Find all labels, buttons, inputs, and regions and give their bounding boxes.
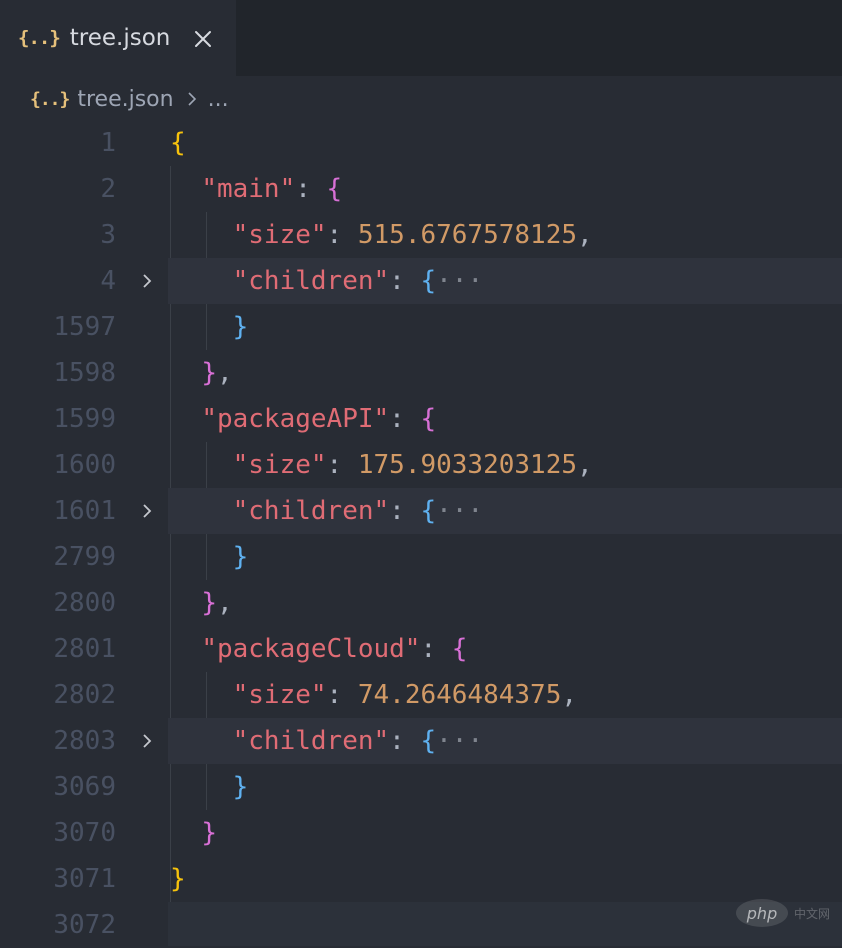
fold-chevron-icon[interactable]: [137, 271, 157, 291]
close-icon[interactable]: [192, 28, 214, 50]
line-number: 2799: [53, 542, 116, 572]
code-text: }: [232, 312, 249, 342]
code-text: "children": {···: [232, 496, 484, 526]
code-text: }: [232, 542, 249, 572]
code-text: },: [201, 358, 233, 388]
code-line[interactable]: 3072: [0, 902, 842, 948]
json-file-icon: {..}: [30, 88, 70, 110]
line-number: 3072: [53, 910, 116, 940]
code-text: }: [232, 772, 249, 802]
code-text: "size": 74.2646484375,: [232, 680, 578, 710]
code-line[interactable]: 1597 }: [0, 304, 842, 350]
fold-chevron-icon[interactable]: [137, 501, 157, 521]
line-number: 3: [100, 220, 116, 250]
code-text: "size": 515.6767578125,: [232, 220, 593, 250]
code-line[interactable]: 2801 "packageCloud": {: [0, 626, 842, 672]
watermark-text: 中文网: [794, 906, 831, 921]
watermark: php 中文网: [736, 898, 830, 928]
code-line[interactable]: 4 "children": {···: [0, 258, 842, 304]
code-text: "children": {···: [232, 266, 484, 296]
code-text: "packageAPI": {: [201, 404, 437, 434]
code-line[interactable]: 3 "size": 515.6767578125,: [0, 212, 842, 258]
code-line[interactable]: 2803 "children": {···: [0, 718, 842, 764]
code-text: }: [201, 818, 217, 848]
line-number: 2800: [53, 588, 116, 618]
code-line[interactable]: 1599 "packageAPI": {: [0, 396, 842, 442]
code-text: "size": 175.9033203125,: [232, 450, 593, 480]
line-number: 1601: [53, 496, 116, 526]
code-text: }: [170, 864, 186, 894]
code-line[interactable]: 1600 "size": 175.9033203125,: [0, 442, 842, 488]
line-number: 2802: [53, 680, 116, 710]
line-number: 2801: [53, 634, 116, 664]
code-line[interactable]: 1{: [0, 120, 842, 166]
code-line[interactable]: 2802 "size": 74.2646484375,: [0, 672, 842, 718]
chevron-right-icon: [188, 92, 196, 106]
code-line[interactable]: 3070 }: [0, 810, 842, 856]
line-number: 1: [100, 128, 116, 158]
code-text: "main": {: [201, 174, 343, 204]
code-text: },: [201, 588, 233, 618]
code-line[interactable]: 2799 }: [0, 534, 842, 580]
line-number: 2803: [53, 726, 116, 756]
line-number: 1597: [53, 312, 116, 342]
code-text: "children": {···: [232, 726, 484, 756]
breadcrumb-more[interactable]: ...: [208, 87, 229, 112]
json-file-icon: {..}: [18, 27, 61, 49]
code-line[interactable]: 3071}: [0, 856, 842, 902]
code-editor[interactable]: 1{2 "main": {3 "size": 515.6767578125, 4 …: [0, 120, 842, 946]
breadcrumb: {..} tree.json ...: [30, 82, 229, 116]
breadcrumb-file[interactable]: tree.json: [77, 87, 173, 112]
line-number: 1600: [53, 450, 116, 480]
code-line[interactable]: 3069 }: [0, 764, 842, 810]
tab-title: tree.json: [69, 25, 171, 51]
code-line[interactable]: 1601 "children": {···: [0, 488, 842, 534]
line-number: 3070: [53, 818, 116, 848]
tab-tree-json[interactable]: {..} tree.json: [0, 0, 236, 76]
line-number: 3071: [53, 864, 116, 894]
line-number: 1598: [53, 358, 116, 388]
code-line[interactable]: 2800 },: [0, 580, 842, 626]
line-number: 3069: [53, 772, 116, 802]
line-number: 2: [100, 174, 116, 204]
code-line[interactable]: 1598 },: [0, 350, 842, 396]
code-text: {: [170, 128, 186, 158]
line-number: 4: [100, 266, 116, 296]
line-number: 1599: [53, 404, 116, 434]
fold-chevron-icon[interactable]: [137, 731, 157, 751]
tab-bar: {..} tree.json: [0, 0, 842, 76]
code-text: "packageCloud": {: [201, 634, 468, 664]
code-line[interactable]: 2 "main": {: [0, 166, 842, 212]
php-logo: php: [736, 899, 788, 927]
